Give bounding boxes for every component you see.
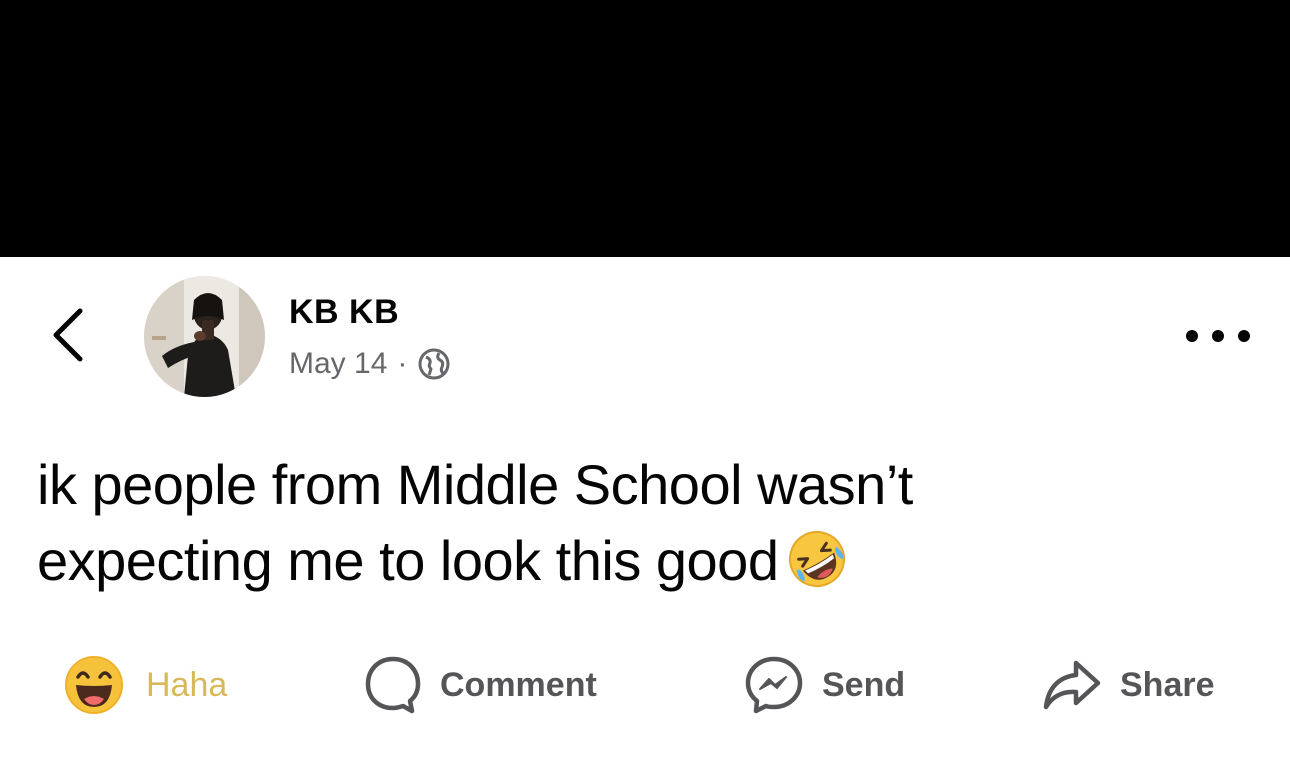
share-arrow-icon	[1043, 660, 1101, 710]
haha-reaction-button[interactable]: Haha	[64, 650, 227, 720]
send-label: Send	[822, 665, 906, 704]
comment-button[interactable]: Comment	[364, 650, 597, 720]
messenger-icon	[745, 656, 803, 714]
post-date[interactable]: May 14	[289, 347, 387, 381]
meta-separator: ·	[397, 347, 408, 380]
share-button[interactable]: Share	[1042, 650, 1215, 720]
post-text: ik people from Middle School wasn’t expe…	[37, 447, 1187, 599]
back-button[interactable]	[44, 305, 94, 365]
haha-label: Haha	[146, 665, 228, 704]
chevron-left-icon	[53, 308, 83, 362]
comment-label: Comment	[440, 665, 597, 704]
post-card: KB KB May 14 · ik people from Middle Sch…	[0, 257, 1290, 762]
comment-icon	[365, 656, 421, 714]
globe-icon[interactable]	[417, 347, 451, 381]
share-label: Share	[1120, 665, 1215, 704]
black-header-area	[0, 0, 1290, 257]
post-actions-bar: Haha Comment Send Share	[0, 650, 1290, 720]
more-dot-icon	[1238, 330, 1250, 342]
post-text-line: expecting me to look this good	[37, 529, 779, 592]
post-text-line: ik people from Middle School wasn’t	[37, 453, 913, 516]
author-name[interactable]: KB KB	[289, 293, 399, 332]
more-dot-icon	[1212, 330, 1224, 342]
send-button[interactable]: Send	[744, 650, 905, 720]
more-options-button[interactable]	[1186, 323, 1250, 349]
avatar[interactable]	[144, 276, 265, 397]
profile-photo	[144, 276, 265, 397]
haha-emoji-icon	[65, 656, 123, 714]
post-meta: May 14 ·	[289, 347, 451, 381]
rolling-laughing-emoji-icon	[789, 531, 846, 587]
more-dot-icon	[1186, 330, 1198, 342]
post-text-line-2: expecting me to look this good	[37, 523, 1187, 599]
